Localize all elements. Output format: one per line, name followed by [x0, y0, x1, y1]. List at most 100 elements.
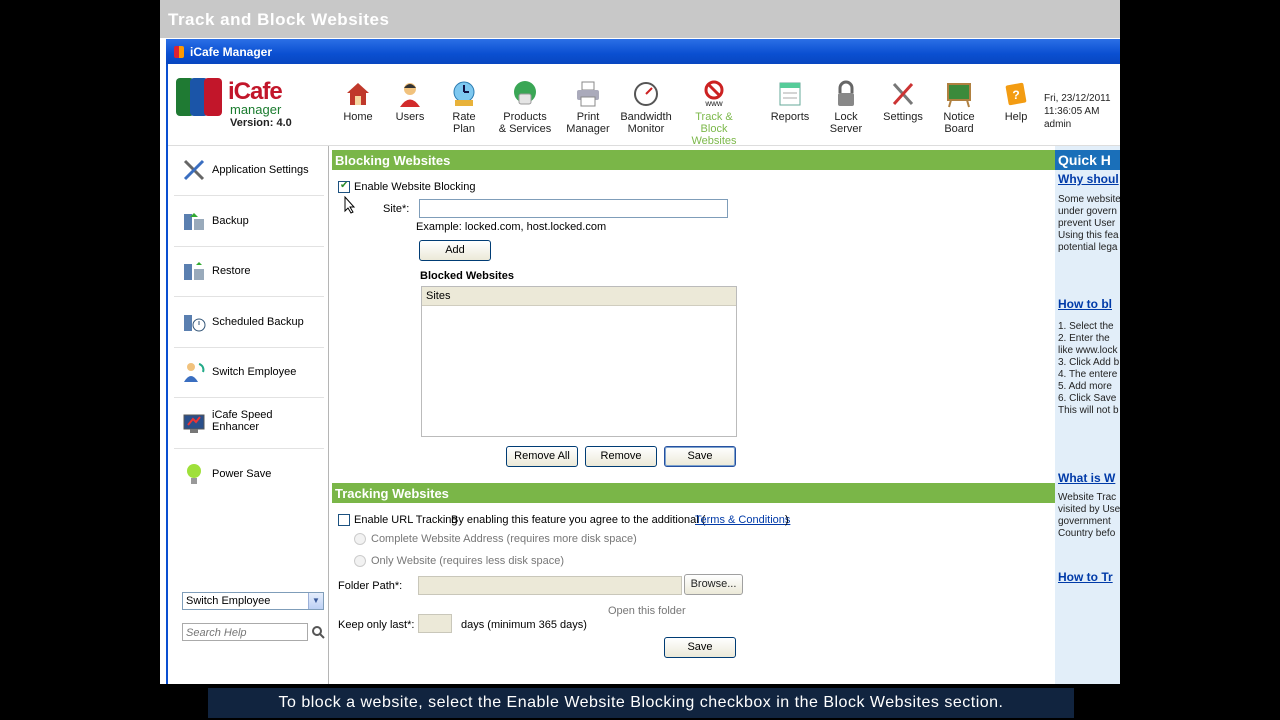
logo: iCafe manager Version: 4.0: [176, 76, 326, 136]
app-window: iCafe manager Version: 4.0 Home Users Ra…: [166, 64, 1120, 684]
browse-button[interactable]: Browse...: [684, 574, 743, 595]
folder-path-input[interactable]: [418, 576, 682, 595]
complete-address-label: Complete Website Address (requires more …: [371, 533, 637, 545]
only-website-radio[interactable]: [354, 555, 366, 567]
sidebar-item-scheduled-backup[interactable]: Scheduled Backup: [174, 298, 324, 348]
site-example: Example: locked.com, host.locked.com: [416, 221, 607, 233]
caption: To block a website, select the Enable We…: [208, 688, 1074, 718]
site-label: Site*:: [383, 203, 410, 215]
help-link-what[interactable]: What is W: [1058, 471, 1115, 485]
toolbar-users-button[interactable]: Users: [380, 80, 440, 123]
site-input[interactable]: [419, 199, 728, 218]
keep-days-hint: days (minimum 365 days): [461, 619, 587, 631]
toolbar-lock-server-button[interactable]: Lock Server: [816, 80, 876, 135]
help-link-how-block[interactable]: How to bl: [1058, 297, 1112, 311]
gauge-icon: [634, 82, 658, 106]
only-website-label: Only Website (requires less disk space): [371, 555, 564, 567]
home-icon: [347, 83, 369, 105]
speed-enhancer-icon: [183, 414, 205, 433]
switch-employee-select[interactable]: Switch Employee ▼: [182, 592, 324, 610]
toolbar-settings-button[interactable]: Settings: [873, 80, 933, 123]
tracking-section-heading: Tracking Websites: [332, 483, 1056, 503]
sidebar: Application Settings Backup Restore Sche…: [168, 146, 329, 684]
blocked-websites-title: Blocked Websites: [420, 270, 514, 282]
remove-button[interactable]: Remove: [585, 446, 657, 467]
restore-icon: [184, 262, 204, 280]
svg-text:?: ?: [1012, 88, 1019, 102]
toolbar-track-block-button[interactable]: www Track & Block Websites: [678, 80, 750, 147]
switch-employee-icon: [184, 363, 205, 382]
search-icon[interactable]: [311, 625, 325, 639]
open-folder-link[interactable]: Open this folder: [608, 605, 686, 617]
video-title: Track and Block Websites: [160, 0, 1120, 38]
search-help-input[interactable]: [182, 623, 308, 641]
bulb-icon: [187, 464, 201, 484]
notice-board-icon: [947, 83, 971, 108]
header: iCafe manager Version: 4.0 Home Users Ra…: [168, 64, 1120, 147]
sidebar-item-application-settings[interactable]: Application Settings: [174, 146, 324, 196]
help-link-how-track[interactable]: How to Tr: [1058, 570, 1113, 584]
logo-subtitle: manager: [230, 102, 282, 117]
version-label: Version: 4.0: [230, 117, 292, 129]
help-text-why: Some website under govern prevent User Usin…: [1058, 194, 1120, 253]
sidebar-item-restore[interactable]: Restore: [174, 247, 324, 297]
rate-plan-icon: [453, 81, 475, 106]
block-www-icon: www: [704, 80, 724, 108]
tools-icon: [183, 159, 205, 181]
toolbar-help-button[interactable]: ? Help: [986, 80, 1046, 123]
toolbar-home-button[interactable]: Home: [328, 80, 388, 123]
enable-url-tracking-checkbox[interactable]: [338, 514, 350, 526]
sidebar-item-switch-employee[interactable]: Switch Employee: [174, 348, 324, 398]
toolbar-print-manager-button[interactable]: Print Manager: [558, 80, 618, 135]
help-text-how-block: 1. Select the 2. Enter the like www.lock 3.…: [1058, 321, 1120, 416]
lock-icon: [838, 80, 854, 106]
svg-text:www: www: [704, 99, 723, 108]
remove-all-button[interactable]: Remove All: [506, 446, 578, 467]
scheduled-backup-icon: [184, 315, 206, 332]
help-icon: ?: [1005, 82, 1027, 106]
datetime: Fri, 23/12/2011 11:36:05 AM admin: [1044, 92, 1111, 131]
app-icon: [174, 46, 184, 58]
backup-icon: [184, 213, 204, 230]
quick-help-panel: Quick H Why shoul Some website under gove…: [1055, 146, 1120, 684]
blocked-websites-list[interactable]: Sites: [421, 286, 737, 437]
complete-address-radio[interactable]: [354, 533, 366, 545]
time-label: 11:36:05 AM: [1044, 106, 1100, 117]
keep-days-input[interactable]: [418, 614, 452, 633]
enable-url-tracking-label: Enable URL Tracking: [354, 514, 458, 526]
reports-icon: [779, 82, 801, 106]
toolbar-notice-board-button[interactable]: Notice Board: [929, 80, 989, 135]
enable-blocking-checkbox[interactable]: [338, 180, 350, 193]
mouse-cursor-icon: [344, 196, 356, 214]
window-title: iCafe Manager: [190, 45, 273, 59]
help-link-why[interactable]: Why shoul: [1058, 172, 1119, 186]
main-content: Blocking Websites Enable Website Blockin…: [330, 146, 1056, 684]
sites-column-header[interactable]: Sites: [422, 287, 736, 306]
date-label: Fri, 23/12/2011: [1044, 93, 1111, 104]
logo-icon: [176, 78, 224, 116]
settings-icon: [892, 82, 914, 106]
user-label: admin: [1044, 119, 1072, 130]
sidebar-item-backup[interactable]: Backup: [174, 197, 324, 247]
terms-close-paren: ): [785, 514, 789, 526]
help-text-what: Website Trac visited by Use government Coun…: [1058, 492, 1120, 539]
keep-only-last-label: Keep only last*:: [338, 619, 415, 631]
sidebar-item-speed-enhancer[interactable]: iCafe Speed Enhancer: [174, 399, 324, 449]
toolbar-reports-button[interactable]: Reports: [760, 80, 820, 123]
chevron-down-icon[interactable]: ▼: [308, 593, 323, 609]
enable-blocking-label: Enable Website Blocking: [354, 181, 476, 193]
quick-help-heading: Quick H: [1055, 150, 1120, 170]
toolbar-products-button[interactable]: Products & Services: [495, 80, 555, 135]
users-icon: [400, 83, 420, 107]
add-button[interactable]: Add: [419, 240, 491, 261]
products-icon: [514, 81, 536, 105]
window-titlebar[interactable]: iCafe Manager: [166, 39, 1120, 64]
toolbar-rate-plan-button[interactable]: Rate Plan: [434, 80, 494, 135]
folder-path-label: Folder Path*:: [338, 580, 403, 592]
sidebar-item-power-save[interactable]: Power Save: [174, 450, 324, 500]
toolbar-bandwidth-monitor-button[interactable]: Bandwidth Monitor: [616, 80, 676, 135]
tracking-save-button[interactable]: Save: [664, 637, 736, 658]
terms-conditions-link[interactable]: Terms & Conditions: [695, 514, 790, 526]
printer-icon: [577, 81, 599, 107]
blocking-save-button[interactable]: Save: [664, 446, 736, 467]
